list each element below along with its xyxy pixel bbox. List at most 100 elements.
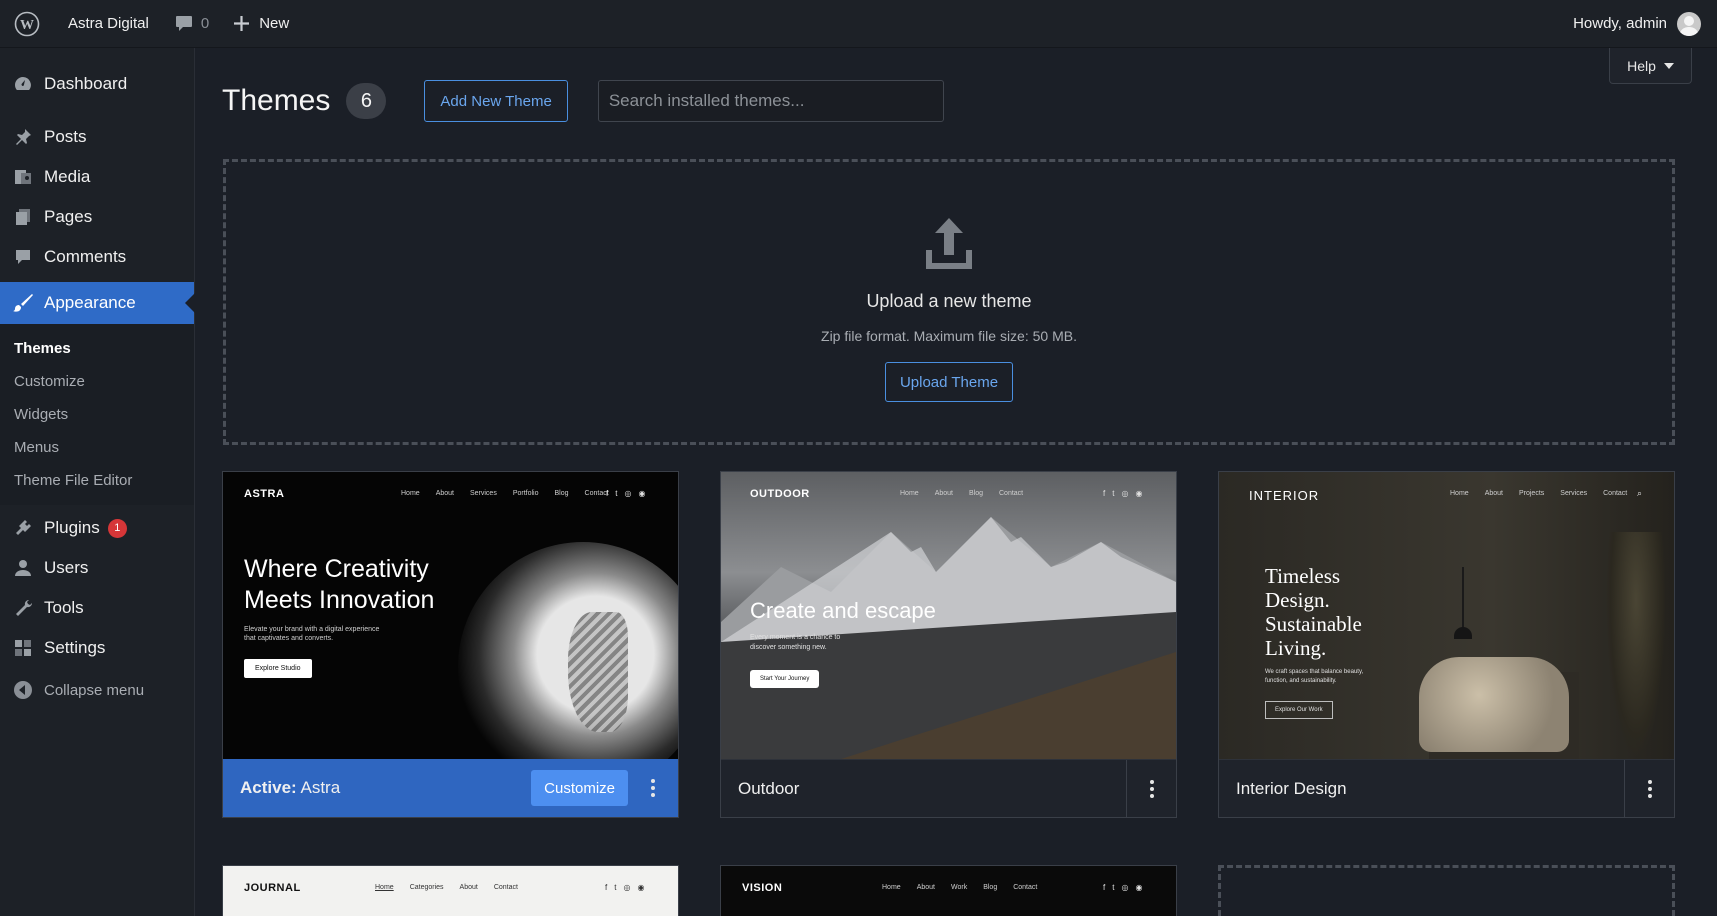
plant-illustration xyxy=(1606,532,1666,759)
sidebar-item-plugins[interactable]: Plugins 1 xyxy=(0,508,194,548)
help-label: Help xyxy=(1627,57,1656,74)
upload-subtitle: Zip file format. Maximum file size: 50 M… xyxy=(821,328,1077,344)
search-themes-input[interactable] xyxy=(597,80,944,122)
nav-item: Contact xyxy=(493,884,518,891)
headline-line: Design. xyxy=(1265,588,1330,612)
theme-body: We craft spaces that balance beauty, fun… xyxy=(1265,668,1363,686)
social-icons: f t ◎ ◉ xyxy=(1103,489,1143,498)
submenu-item-theme-file-editor[interactable]: Theme File Editor xyxy=(0,464,194,497)
sidebar-item-users[interactable]: Users xyxy=(0,548,194,588)
sidebar-item-settings[interactable]: Settings xyxy=(0,628,194,668)
theme-card-vision[interactable]: VISION Home About Work Blog Contact f t ◎ ◉ xyxy=(720,865,1177,916)
kebab-icon xyxy=(651,779,655,797)
theme-brand: OUTDOOR xyxy=(750,488,810,500)
sidebar-item-label: Users xyxy=(44,558,89,577)
more-options-button[interactable] xyxy=(1624,759,1674,817)
nav-item: About xyxy=(916,884,935,891)
site-name-label: Astra Digital xyxy=(68,15,149,32)
nav-item: Categories xyxy=(409,884,444,891)
theme-headline: Where Creativity Meets Innovation xyxy=(244,554,434,616)
comments-count: 0 xyxy=(200,15,210,32)
sidebar-item-dashboard[interactable]: Dashboard xyxy=(0,64,194,104)
theme-card-outdoor[interactable]: OUTDOOR Home About Blog Contact f t ◎ ◉ Cre… xyxy=(720,471,1177,818)
svg-text:W: W xyxy=(20,18,34,33)
admin-bar: W Astra Digital 0 New Howdy, admin xyxy=(0,0,1717,48)
sidebar-item-posts[interactable]: Posts xyxy=(0,117,194,157)
submenu-item-widgets[interactable]: Widgets xyxy=(0,398,194,431)
settings-icon xyxy=(12,637,34,659)
theme-body: Every moment is a chance to discover som… xyxy=(750,633,840,653)
theme-card-interior-design[interactable]: INTERIOR Home About Projects Services Co… xyxy=(1218,471,1675,818)
submenu-item-menus[interactable]: Menus xyxy=(0,431,194,464)
upload-icon xyxy=(923,216,975,277)
nav-item: Home xyxy=(401,490,420,497)
submenu-item-customize[interactable]: Customize xyxy=(0,365,194,398)
sidebar-item-pages[interactable]: Pages xyxy=(0,197,194,237)
sidebar-item-appearance[interactable]: Appearance xyxy=(0,282,195,324)
collapse-arrow-icon xyxy=(12,679,34,701)
theme-footer: Outdoor xyxy=(721,759,1176,817)
nav-item: Projects xyxy=(1518,490,1545,497)
new-label: New xyxy=(259,15,290,32)
nav-item: Home xyxy=(375,884,394,891)
sidebar-item-media[interactable]: Media xyxy=(0,157,194,197)
new-content-link[interactable]: New xyxy=(221,0,301,48)
sidebar-item-label: Dashboard xyxy=(44,74,128,93)
comment-icon xyxy=(12,246,34,268)
theme-headline: Timeless Design. Sustainable Living. xyxy=(1265,564,1362,660)
wrench-icon xyxy=(12,597,34,619)
upload-theme-dropzone[interactable]: Upload a new theme Zip file format. Maxi… xyxy=(223,159,1675,445)
add-theme-placeholder-card[interactable] xyxy=(1218,865,1675,916)
submenu-item-themes[interactable]: Themes xyxy=(0,332,194,365)
theme-nav: Home About Services Portfolio Blog Conta… xyxy=(401,490,609,497)
theme-brand: JOURNAL xyxy=(244,882,301,894)
sidebar-item-tools[interactable]: Tools xyxy=(0,588,194,628)
site-name-link[interactable]: Astra Digital xyxy=(54,0,163,48)
page-title: Themes xyxy=(222,84,331,117)
kebab-icon xyxy=(1149,779,1154,798)
account-menu[interactable]: Howdy, admin xyxy=(1573,11,1717,36)
upload-theme-button[interactable]: Upload Theme xyxy=(884,362,1014,402)
theme-screenshot: INTERIOR Home About Projects Services Co… xyxy=(1219,472,1674,759)
sidebar-item-label: Comments xyxy=(44,247,127,266)
headline-line: Sustainable xyxy=(1265,612,1362,636)
add-new-theme-button[interactable]: Add New Theme xyxy=(424,80,568,122)
more-options-button[interactable] xyxy=(628,759,678,817)
headline-line: Timeless xyxy=(1265,564,1341,588)
plugin-update-badge: 1 xyxy=(107,518,127,538)
plugin-icon xyxy=(12,517,34,539)
nav-item: Services xyxy=(469,490,497,497)
theme-screenshot: OUTDOOR Home About Blog Contact f t ◎ ◉ Cre… xyxy=(721,472,1176,759)
nav-item: Contact xyxy=(1603,490,1628,497)
main-content: Help Themes 6 Add New Theme Upload a new… xyxy=(196,48,1717,916)
theme-name: Interior Design xyxy=(1236,778,1347,798)
theme-cta: Explore Studio xyxy=(244,659,312,678)
social-icons: f t ◎ ◉ xyxy=(606,489,646,498)
sidebar-item-label: Pages xyxy=(44,207,93,226)
theme-count-badge: 6 xyxy=(346,83,387,119)
headline-line: Meets Innovation xyxy=(244,586,435,614)
theme-name: Active: Astra xyxy=(223,778,531,798)
theme-name: Outdoor xyxy=(738,778,800,798)
body-line: discover something new. xyxy=(750,644,827,651)
social-icons: f t ◎ ◉ xyxy=(605,883,645,892)
theme-nav: Home Categories About Contact xyxy=(375,884,518,891)
help-tab-button[interactable]: Help xyxy=(1609,48,1692,84)
headline-line: Living. xyxy=(1265,636,1327,660)
nav-item: About xyxy=(435,490,454,497)
theme-brand: INTERIOR xyxy=(1249,488,1320,503)
customize-button[interactable]: Customize xyxy=(531,770,628,806)
theme-screenshot: ASTRA Home About Services Portfolio Blog… xyxy=(223,472,678,759)
nav-item: About xyxy=(934,490,953,497)
nav-item: Contact xyxy=(999,490,1024,497)
nav-item: Home xyxy=(1450,490,1469,497)
more-options-button[interactable] xyxy=(1126,759,1176,817)
theme-card-astra[interactable]: ASTRA Home About Services Portfolio Blog… xyxy=(222,471,679,818)
collapse-menu-button[interactable]: Collapse menu xyxy=(0,670,194,710)
sidebar-item-comments[interactable]: Comments xyxy=(0,237,194,277)
comment-bubble-icon xyxy=(175,15,193,32)
comments-link[interactable]: 0 xyxy=(163,0,221,48)
nav-item: Contact xyxy=(1013,884,1038,891)
theme-card-journal[interactable]: JOURNAL Home Categories About Contact ft… xyxy=(222,865,679,916)
wordpress-logo-icon[interactable]: W xyxy=(0,0,54,48)
